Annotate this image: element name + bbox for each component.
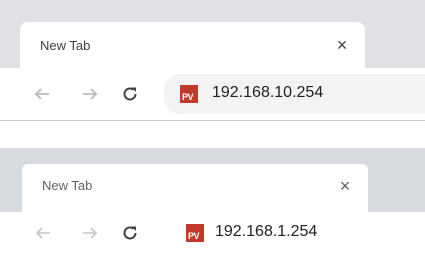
reload-button[interactable] xyxy=(118,221,142,245)
url-text[interactable]: 192.168.10.254 xyxy=(212,84,323,102)
arrow-right-icon xyxy=(83,227,98,239)
browser-window-1: New Tab × PV 192.168.10.254 xyxy=(0,0,425,122)
browser-window-2: New Tab × PV 192.168.1.254 xyxy=(0,148,425,254)
tab-new-tab[interactable]: New Tab × xyxy=(20,22,365,68)
browser-toolbar: PV 192.168.10.254 xyxy=(0,68,425,120)
site-icon-text: PV xyxy=(188,231,200,241)
toolbar-divider xyxy=(0,120,425,121)
reload-icon xyxy=(123,226,137,240)
site-favicon-icon: PV xyxy=(180,85,198,103)
arrow-right-icon xyxy=(83,88,98,100)
close-icon[interactable]: × xyxy=(337,177,353,195)
address-bar[interactable]: PV 192.168.10.254 xyxy=(164,74,425,114)
tab-strip: New Tab × xyxy=(0,0,425,68)
site-favicon-icon: PV xyxy=(186,224,204,242)
back-button[interactable] xyxy=(30,82,54,106)
address-bar[interactable]: PV 192.168.1.254 xyxy=(162,215,425,251)
forward-button[interactable] xyxy=(78,82,102,106)
site-icon-text: PV xyxy=(182,92,194,102)
reload-button[interactable] xyxy=(118,82,142,106)
forward-button[interactable] xyxy=(78,221,102,245)
back-button[interactable] xyxy=(31,221,55,245)
tab-title: New Tab xyxy=(40,38,91,53)
tab-new-tab[interactable]: New Tab × xyxy=(22,164,368,212)
browser-toolbar: PV 192.168.1.254 xyxy=(0,212,425,254)
tab-strip: New Tab × xyxy=(0,148,425,212)
arrow-left-icon xyxy=(35,227,50,239)
tab-title: New Tab xyxy=(42,178,93,193)
close-icon[interactable]: × xyxy=(334,36,350,54)
url-text[interactable]: 192.168.1.254 xyxy=(215,223,317,241)
arrow-left-icon xyxy=(34,88,49,100)
reload-icon xyxy=(123,87,137,101)
